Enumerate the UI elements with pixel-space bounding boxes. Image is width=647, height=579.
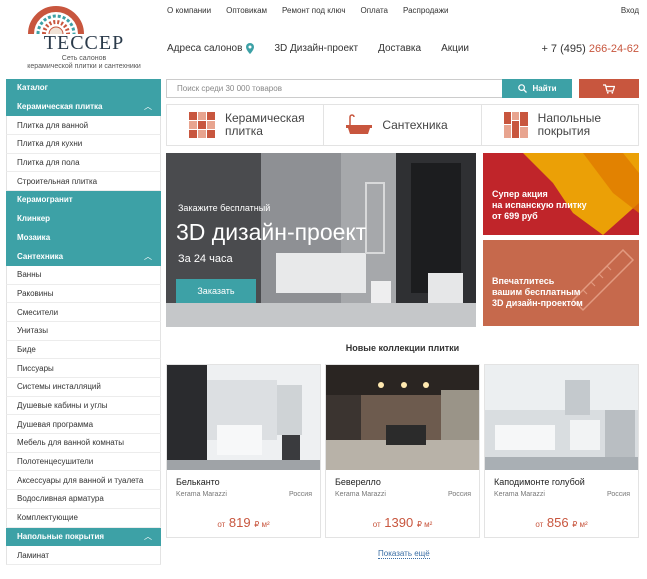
main-nav: Адреса салонов 3D Дизайн-проект Доставка…	[167, 43, 489, 54]
logo-emblem[interactable]	[28, 4, 84, 34]
category-ceramic-tile[interactable]: Керамическая плитка	[167, 105, 325, 145]
banner-headline: 3D дизайн-проект	[176, 219, 367, 245]
map-pin-icon	[246, 43, 255, 54]
collection-country: Россия	[448, 491, 471, 498]
tile-icon	[189, 112, 215, 138]
sidebar-item-mixers[interactable]: Смесители	[6, 303, 161, 322]
collection-country: Россия	[607, 491, 630, 498]
sidebar-floors[interactable]: Напольные покрытия ︿	[6, 527, 161, 547]
collection-card[interactable]: Каподимонте голубой Kerama Marazzi Росси…	[484, 364, 639, 538]
cart-icon	[603, 83, 615, 94]
collection-name: Каподимонте голубой	[494, 477, 585, 487]
promo-spanish-tile[interactable]: Супер акция на испанскую плитку от 699 р…	[483, 153, 639, 235]
sidebar-item-kitchen-tile[interactable]: Плитка для кухни	[6, 135, 161, 154]
collection-image	[326, 365, 479, 470]
sidebar-item-accessories[interactable]: Аксессуары для ванной и туалета	[6, 471, 161, 491]
phone-number[interactable]: + 7 (495) 266-24-62	[541, 43, 639, 55]
top-nav: О компании Оптовикам Ремонт под ключ Опл…	[167, 6, 464, 15]
sidebar-item-construction-tile[interactable]: Строительная плитка	[6, 172, 161, 192]
sidebar-item-sinks[interactable]: Раковины	[6, 284, 161, 304]
collection-name: Бельканто	[176, 477, 220, 487]
search-input[interactable]: Поиск среди 30 000 товаров	[166, 79, 502, 98]
sidebar-item-urinals[interactable]: Писсуары	[6, 359, 161, 378]
collection-brand: Kerama Marazzi	[335, 491, 386, 498]
nav-delivery[interactable]: Доставка	[378, 43, 421, 54]
show-more-link[interactable]: Показать ещё	[378, 549, 430, 559]
topnav-renovation[interactable]: Ремонт под ключ	[282, 6, 345, 15]
search-button[interactable]: Найти	[502, 79, 572, 98]
collections-title: Новые коллекции плитки	[345, 343, 460, 353]
logo-tagline: Сеть салонов керамической плитки и санте…	[27, 55, 141, 70]
sidebar-item-toilets[interactable]: Унитазы	[6, 321, 161, 341]
category-tiles: Керамическая плитка Сантехника Напольные п…	[166, 104, 639, 146]
order-button[interactable]: Заказать	[176, 279, 256, 303]
collection-brand: Kerama Marazzi	[176, 491, 227, 498]
search-icon	[517, 84, 527, 93]
sidebar-item-baths[interactable]: Ванны	[6, 265, 161, 285]
catalog-sidebar: Каталог Керамическая плитка ︿ Плитка для …	[6, 79, 161, 565]
chevron-up-icon: ︿	[144, 102, 152, 112]
sidebar-item-towel-dryers[interactable]: Полотенцесушители	[6, 452, 161, 472]
topnav-payment[interactable]: Оплата	[360, 6, 388, 15]
design-banner[interactable]: Закажите бесплатный 3D дизайн-проект За …	[166, 153, 476, 327]
sidebar-item-bathroom-furniture[interactable]: Мебель для ванной комнаты	[6, 434, 161, 453]
nav-design[interactable]: 3D Дизайн-проект	[274, 43, 358, 54]
login-link[interactable]: Вход	[621, 6, 639, 15]
topnav-wholesale[interactable]: Оптовикам	[226, 6, 267, 15]
collection-image	[167, 365, 320, 470]
bathtub-icon	[346, 114, 373, 134]
sidebar-item-floor-tile[interactable]: Плитка для пола	[6, 153, 161, 173]
sidebar-item-shower-program[interactable]: Душевая программа	[6, 415, 161, 435]
logo-text[interactable]: ТЕССЕР	[6, 32, 162, 55]
sidebar-catalog[interactable]: Каталог	[6, 79, 161, 98]
collection-card[interactable]: Беверелло Kerama Marazzi Россия от 1390 …	[325, 364, 480, 538]
collection-name: Беверелло	[335, 477, 381, 487]
collection-price: от 856 ₽ м²	[535, 515, 588, 530]
sidebar-plumbing[interactable]: Сантехника ︿	[6, 247, 161, 266]
collection-country: Россия	[289, 491, 312, 498]
collection-card[interactable]: Бельканто Kerama Marazzi Россия от 819 ₽…	[166, 364, 321, 538]
sidebar-granite[interactable]: Керамогранит	[6, 191, 161, 210]
sidebar-clinker[interactable]: Клинкер	[6, 209, 161, 229]
sidebar-item-bidets[interactable]: Биде	[6, 340, 161, 360]
sidebar-item-installations[interactable]: Системы инсталляций	[6, 378, 161, 397]
sidebar-item-components[interactable]: Комплектующие	[6, 508, 161, 528]
sidebar-mosaic[interactable]: Мозаика	[6, 228, 161, 248]
cart-button[interactable]	[579, 79, 639, 98]
sidebar-item-shower-cabins[interactable]: Душевые кабины и углы	[6, 396, 161, 416]
flooring-icon	[503, 112, 528, 138]
promo-3d-design[interactable]: Впечатлитесь вашим бесплатным 3D дизайн-…	[483, 240, 639, 326]
nav-sales[interactable]: Акции	[441, 43, 469, 54]
sidebar-ceramic[interactable]: Керамическая плитка ︿	[6, 97, 161, 117]
sidebar-item-laminate[interactable]: Ламинат	[6, 546, 161, 565]
topnav-about[interactable]: О компании	[167, 6, 211, 15]
collection-price: от 1390 ₽ м²	[372, 515, 433, 530]
banner-kicker: Закажите бесплатный	[178, 203, 271, 213]
sidebar-item-drain-fittings[interactable]: Водосливная арматура	[6, 490, 161, 509]
banner-subtitle: За 24 часа	[178, 253, 233, 265]
collection-price: от 819 ₽ м²	[217, 515, 270, 530]
category-plumbing[interactable]: Сантехника	[324, 105, 482, 145]
nav-salons[interactable]: Адреса салонов	[167, 43, 255, 54]
collection-image	[485, 365, 638, 470]
collection-brand: Kerama Marazzi	[494, 491, 545, 498]
category-floors[interactable]: Напольные покрытия	[482, 105, 638, 145]
sidebar-item-bathroom-tile[interactable]: Плитка для ванной	[6, 116, 161, 136]
chevron-up-icon: ︿	[144, 531, 152, 541]
topnav-sales[interactable]: Распродажи	[403, 6, 449, 15]
chevron-up-icon: ︿	[144, 251, 152, 261]
